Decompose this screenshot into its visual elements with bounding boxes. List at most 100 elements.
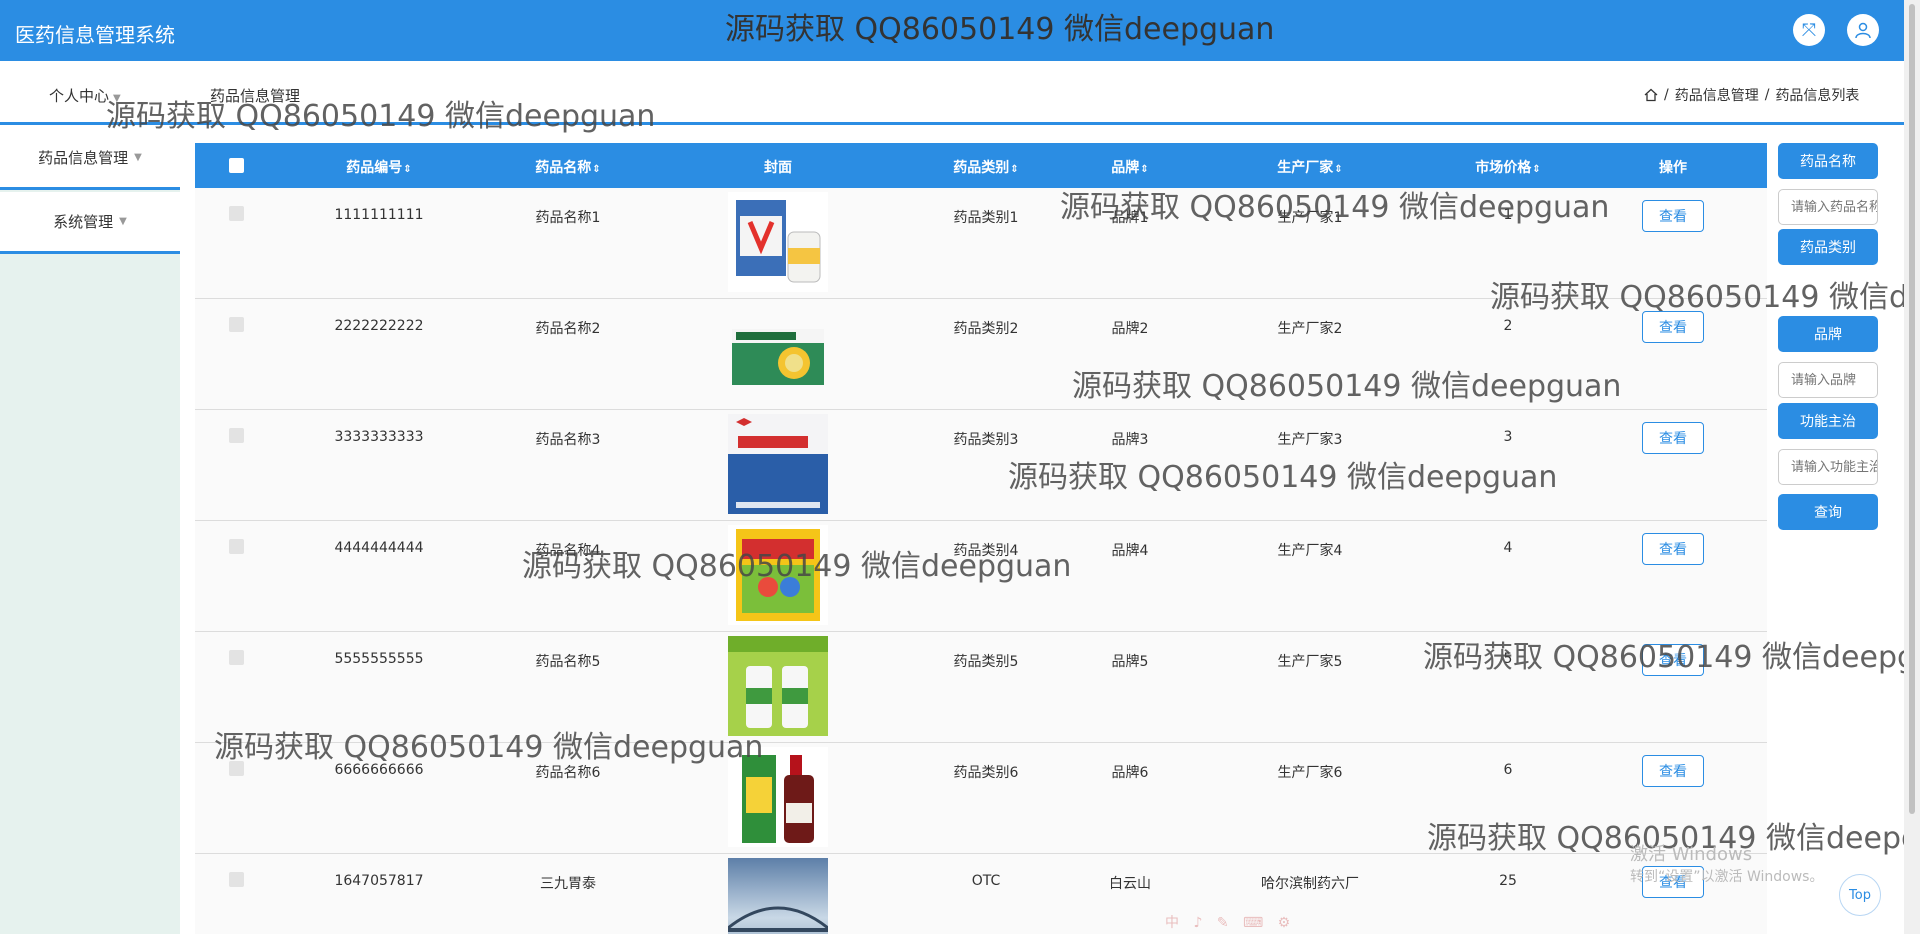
fullscreen-button[interactable]: ⤧ [1793, 14, 1825, 46]
view-button[interactable]: 查看 [1642, 755, 1704, 787]
drug-category-label-button[interactable]: 药品类别 [1778, 229, 1878, 265]
cell-brand: 品牌6 [1111, 765, 1149, 781]
user-button[interactable] [1847, 14, 1879, 46]
row-checkbox[interactable] [229, 428, 244, 443]
function-input[interactable] [1778, 449, 1878, 485]
table-row: 1111111111 药品名称1 药品类别1 品牌1 生产厂家1 1 查看 [195, 188, 1767, 299]
cell-code: 6666666666 [334, 762, 424, 778]
cell-price: 5 [1503, 651, 1513, 667]
cover-image [728, 636, 828, 736]
row-checkbox[interactable] [229, 206, 244, 221]
cell-maker: 生产厂家3 [1277, 432, 1343, 448]
sidebar-item-label: 系统管理 [53, 213, 114, 231]
column-header-cover: 封面 [764, 157, 792, 177]
fullscreen-icon: ⤧ [1801, 19, 1817, 41]
nav-item-label: 个人中心 [49, 87, 110, 105]
nav-item-label: 药品信息管理 [210, 87, 301, 105]
nav-item-personal-center[interactable]: 个人中心 ▼ [49, 85, 121, 106]
cover-image [728, 525, 828, 625]
home-icon[interactable] [1644, 88, 1658, 102]
view-button[interactable]: 查看 [1642, 422, 1704, 454]
breadcrumb-item: 药品信息列表 [1775, 88, 1860, 104]
cell-maker: 生产厂家2 [1277, 321, 1343, 337]
cell-price: 1 [1503, 207, 1513, 223]
cell-code: 1111111111 [334, 207, 424, 223]
column-header-code[interactable]: 药品编号⇕ [346, 157, 411, 177]
brand-label-button[interactable]: 品牌 [1778, 316, 1878, 352]
cell-category: 药品类别3 [953, 432, 1019, 448]
view-button[interactable]: 查看 [1642, 311, 1704, 343]
breadcrumb-separator: / [1764, 87, 1770, 103]
view-button[interactable]: 查看 [1642, 644, 1704, 676]
sort-icon: ⇕ [1334, 164, 1343, 175]
column-header-brand[interactable]: 品牌⇕ [1111, 157, 1148, 177]
cell-brand: 品牌5 [1111, 654, 1149, 670]
row-checkbox[interactable] [229, 317, 244, 332]
column-label: 封面 [764, 160, 792, 176]
select-all-checkbox[interactable] [229, 158, 244, 173]
table-row: 6666666666 药品名称6 药品类别6 品牌6 生产厂家6 6 查看 [195, 743, 1767, 854]
cell-price: 3 [1503, 429, 1513, 445]
cell-code: 4444444444 [334, 540, 424, 556]
sidebar-item-system[interactable]: 系统管理 ▼ [0, 192, 180, 254]
sidebar-item-drug-info[interactable]: 药品信息管理 ▼ [0, 128, 180, 190]
row-checkbox[interactable] [229, 650, 244, 665]
table-row: 2222222222 药品名称2 药品类别2 品牌2 生产厂家2 2 查看 [195, 299, 1767, 410]
table-row: 5555555555 药品名称5 药品类别5 品牌5 生产厂家5 5 查看 [195, 632, 1767, 743]
cover-image [728, 303, 828, 403]
column-header-maker[interactable]: 生产厂家⇕ [1277, 157, 1342, 177]
row-checkbox[interactable] [229, 872, 244, 887]
cell-category: 药品类别1 [953, 210, 1019, 226]
column-header-category[interactable]: 药品类别⇕ [953, 157, 1018, 177]
table-header: 药品编号⇕ 药品名称⇕ 封面 药品类别⇕ 品牌⇕ 生产厂家⇕ 市场价格⇕ 操作 [195, 143, 1767, 188]
cell-code: 1647057817 [334, 873, 424, 889]
column-header-price[interactable]: 市场价格⇕ [1475, 157, 1540, 177]
sidebar: 药品信息管理 ▼ 系统管理 ▼ [0, 128, 180, 934]
view-button[interactable]: 查看 [1642, 533, 1704, 565]
view-button[interactable]: 查看 [1642, 200, 1704, 232]
cover-image [728, 858, 828, 934]
row-checkbox[interactable] [229, 761, 244, 776]
cell-code: 3333333333 [334, 429, 424, 445]
cell-brand: 品牌1 [1111, 210, 1149, 226]
nav-item-drug-info[interactable]: 药品信息管理 [210, 85, 300, 106]
vertical-scrollbar[interactable] [1904, 0, 1920, 934]
cell-category: 药品类别6 [953, 765, 1019, 781]
breadcrumb-separator: / [1664, 87, 1669, 103]
drug-table: 药品编号⇕ 药品名称⇕ 封面 药品类别⇕ 品牌⇕ 生产厂家⇕ 市场价格⇕ 操作 … [195, 143, 1767, 934]
cell-price: 2 [1503, 318, 1513, 334]
cell-price: 25 [1499, 873, 1517, 889]
drug-name-input[interactable] [1778, 189, 1878, 225]
cell-category: 药品类别2 [953, 321, 1019, 337]
windows-activation-subtitle: 转到“设置”以激活 Windows。 [1630, 869, 1824, 885]
function-label-button[interactable]: 功能主治 [1778, 403, 1878, 439]
scrollbar-thumb[interactable] [1909, 4, 1915, 814]
brand-input[interactable] [1778, 362, 1878, 398]
drug-name-label-button[interactable]: 药品名称 [1778, 143, 1878, 179]
column-label: 药品编号 [346, 160, 403, 176]
top-nav: 个人中心 ▼ 药品信息管理 / 药品信息管理 / 药品信息列表 [0, 61, 1904, 125]
cell-name: 药品名称4 [535, 543, 601, 559]
cell-category: OTC [971, 873, 1001, 889]
cell-brand: 白云山 [1109, 876, 1151, 892]
ime-toolbar[interactable]: 中 ♪ ✎ ⌨ ⚙ [1165, 912, 1365, 932]
table-row: 3333333333 药品名称3 药品类别3 品牌3 生产厂家3 3 查看 [195, 410, 1767, 521]
cell-maker: 生产厂家6 [1277, 765, 1343, 781]
back-to-top-button[interactable]: Top [1839, 874, 1881, 916]
column-header-name[interactable]: 药品名称⇕ [535, 157, 600, 177]
sidebar-item-label: 药品信息管理 [38, 149, 129, 167]
column-header-actions: 操作 [1659, 157, 1687, 177]
row-checkbox[interactable] [229, 539, 244, 554]
breadcrumb-item[interactable]: 药品信息管理 [1675, 85, 1759, 105]
table-row: 4444444444 药品名称4 药品类别4 品牌4 生产厂家4 4 查看 [195, 521, 1767, 632]
cell-name: 药品名称6 [535, 765, 601, 781]
column-label: 市场价格 [1475, 160, 1532, 176]
column-label: 操作 [1659, 160, 1687, 176]
app-title: 医药信息管理系统 [15, 23, 175, 47]
cell-brand: 品牌4 [1111, 543, 1149, 559]
table-row: 1647057817 三九胃泰 OTC 白云山 哈尔滨制药六厂 25 查看 [195, 854, 1767, 934]
column-label: 生产厂家 [1277, 160, 1334, 176]
cover-image [728, 414, 828, 514]
query-button[interactable]: 查询 [1778, 494, 1878, 530]
cell-maker: 生产厂家5 [1277, 654, 1343, 670]
